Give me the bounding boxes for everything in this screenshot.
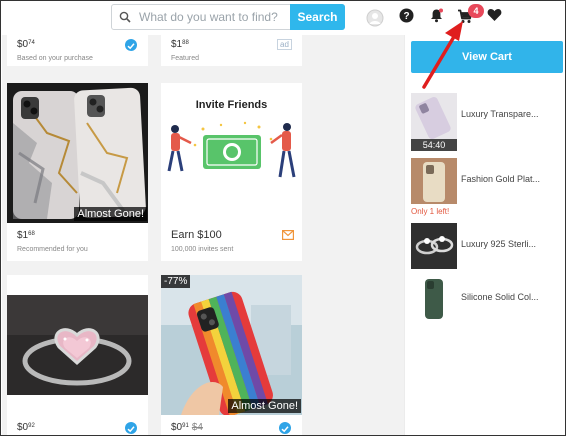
app-window: What do you want to find? Search ? 4 $07… bbox=[0, 0, 566, 436]
annotation-arrow bbox=[422, 21, 463, 89]
